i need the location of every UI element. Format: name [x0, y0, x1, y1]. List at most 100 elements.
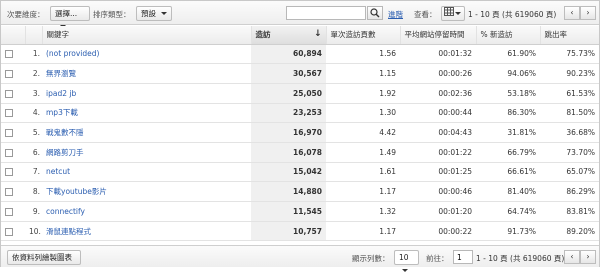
- row-index: 2.: [25, 63, 42, 84]
- sort-type-dropdown[interactable]: 預設: [136, 6, 172, 21]
- checkbox[interactable]: [5, 70, 13, 79]
- new-visits-cell: 66.79%: [476, 142, 540, 163]
- pages-per-visit-cell: 1.92: [326, 83, 400, 104]
- keyword-link[interactable]: mp3下載: [42, 103, 251, 124]
- checkbox[interactable]: [5, 148, 13, 157]
- rows-per-page-select[interactable]: 10: [394, 250, 419, 272]
- keyword-table: 關鍵字 造訪 ↓ 單次造訪頁數 平均網站停留時間 % 新造訪 跳出率 1. (not…: [1, 26, 599, 242]
- avg-time-cell: 00:04:43: [400, 122, 476, 143]
- chevron-down-icon: [455, 12, 461, 15]
- visits-cell: 30,567: [251, 63, 326, 84]
- checkbox[interactable]: [5, 109, 13, 118]
- row-index: 7.: [25, 162, 42, 183]
- row-checkbox[interactable]: [1, 142, 25, 163]
- chevron-right-icon: ›: [586, 252, 590, 261]
- avg-time-cell: 00:00:44: [400, 103, 476, 124]
- bounce-rate-cell: 36.68%: [540, 122, 599, 143]
- view-mode-dropdown[interactable]: [441, 6, 465, 21]
- bounce-rate-cell: 86.29%: [540, 181, 599, 202]
- plot-rows-button[interactable]: 依資料列繪製圖表: [7, 250, 81, 265]
- row-checkbox[interactable]: [1, 181, 25, 202]
- column-header-pages-per-visit[interactable]: 單次造訪頁數: [325, 26, 400, 45]
- table-row: 2. 無界瀏覽 30,567 1.15 00:00:26 94.06% 90.23%: [1, 63, 599, 84]
- next-page-button[interactable]: ›: [580, 6, 596, 20]
- goto-page-input[interactable]: [453, 250, 473, 264]
- visits-cell: 25,050: [251, 83, 326, 104]
- row-index: 8.: [25, 181, 42, 202]
- keyword-link[interactable]: ipad2 jb: [42, 83, 251, 104]
- column-header-bounce-rate[interactable]: 跳出率: [539, 26, 599, 45]
- checkbox[interactable]: [5, 188, 13, 197]
- avg-time-cell: 00:01:32: [400, 44, 476, 65]
- checkbox[interactable]: [5, 50, 13, 59]
- visits-cell: 23,253: [251, 103, 326, 124]
- row-checkbox[interactable]: [1, 221, 25, 242]
- footer-prev-page-button[interactable]: ‹: [564, 250, 580, 264]
- chevron-left-icon: ‹: [570, 252, 574, 261]
- table-footer: 依資料列繪製圖表 顯示列數： 10 前往： 1 - 10 頁 (共 619060…: [1, 245, 599, 272]
- table-row: 10. 滑鼠連點程式 10,757 1.17 00:00:22 91.73% 89.20%: [1, 221, 599, 242]
- visits-cell: 15,042: [251, 162, 326, 183]
- rows-per-page-value: 10: [399, 253, 409, 262]
- checkbox[interactable]: [5, 129, 13, 138]
- table-row: 7. netcut 15,042 1.61 00:01:25 66.61% 65.07%: [1, 162, 599, 183]
- row-index: 5.: [25, 122, 42, 143]
- advanced-filter-link[interactable]: 進階: [388, 9, 403, 20]
- checkbox[interactable]: [5, 207, 13, 216]
- row-index: 1.: [25, 44, 42, 65]
- row-checkbox[interactable]: [1, 201, 25, 222]
- checkbox[interactable]: [5, 89, 13, 98]
- footer-next-page-button[interactable]: ›: [580, 250, 596, 264]
- new-visits-cell: 31.81%: [476, 122, 540, 143]
- bounce-rate-cell: 75.73%: [540, 44, 599, 65]
- keyword-link[interactable]: 網路剪刀手: [42, 142, 251, 163]
- column-header-visits-label: 造訪: [255, 30, 271, 40]
- row-checkbox[interactable]: [1, 44, 25, 65]
- search-button[interactable]: [367, 6, 383, 20]
- report-table-panel: 次要維度： 選擇... 排序類型： 預設 進階 查看： 1 - 10 頁 (共 …: [0, 0, 600, 272]
- table-row: 5. 戰鬼數不隱 16,970 4.42 00:04:43 31.81% 36.68%: [1, 122, 599, 143]
- column-header-new-visits[interactable]: % 新造訪: [475, 26, 540, 45]
- table-row: 3. ipad2 jb 25,050 1.92 00:02:36 53.18% 61.53%: [1, 83, 599, 104]
- column-header-avg-time[interactable]: 平均網站停留時間: [399, 26, 476, 45]
- column-header-keyword[interactable]: 關鍵字: [41, 26, 251, 45]
- row-checkbox[interactable]: [1, 83, 25, 104]
- visits-cell: 14,880: [251, 181, 326, 202]
- row-checkbox[interactable]: [1, 122, 25, 143]
- pages-per-visit-cell: 1.17: [326, 221, 400, 242]
- keyword-link[interactable]: 戰鬼數不隱: [42, 122, 251, 143]
- table-row: 4. mp3下載 23,253 1.30 00:00:44 86.30% 81.50%: [1, 103, 599, 124]
- keyword-link[interactable]: 滑鼠連點程式: [42, 221, 251, 242]
- goto-label: 前往：: [426, 254, 449, 263]
- bounce-rate-cell: 61.53%: [540, 83, 599, 104]
- checkbox[interactable]: [5, 168, 13, 177]
- visits-cell: 11,545: [251, 201, 326, 222]
- pages-per-visit-cell: 1.30: [326, 103, 400, 124]
- search-icon: [370, 8, 380, 18]
- footer-page-range-text: 1 - 10 頁 (共 619060 頁): [476, 254, 565, 263]
- row-index: 10.: [25, 221, 42, 242]
- pages-per-visit-cell: 1.32: [326, 201, 400, 222]
- keyword-link[interactable]: 下載youtube影片: [42, 181, 251, 202]
- avg-time-cell: 00:02:36: [400, 83, 476, 104]
- keyword-link[interactable]: connectify: [42, 201, 251, 222]
- chevron-down-icon: [402, 269, 408, 272]
- new-visits-cell: 66.61%: [476, 162, 540, 183]
- secondary-dimension-dropdown[interactable]: 選擇...: [50, 6, 90, 28]
- keyword-link[interactable]: 無界瀏覽: [42, 63, 251, 84]
- keyword-link[interactable]: (not provided): [42, 44, 251, 65]
- row-checkbox[interactable]: [1, 162, 25, 183]
- checkbox[interactable]: [5, 227, 13, 236]
- row-checkbox[interactable]: [1, 63, 25, 84]
- search-input[interactable]: [286, 6, 366, 20]
- prev-page-button[interactable]: ‹: [564, 6, 580, 20]
- new-visits-cell: 86.30%: [476, 103, 540, 124]
- row-checkbox[interactable]: [1, 103, 25, 124]
- select-all-header: [1, 26, 25, 45]
- column-header-visits[interactable]: 造訪 ↓: [250, 26, 326, 45]
- keyword-link[interactable]: netcut: [42, 162, 251, 183]
- table-toolbar: 次要維度： 選擇... 排序類型： 預設 進階 查看： 1 - 10 頁 (共 …: [1, 1, 599, 28]
- grid-view-icon: [444, 7, 454, 16]
- pages-per-visit-cell: 1.49: [326, 142, 400, 163]
- new-visits-cell: 53.18%: [476, 83, 540, 104]
